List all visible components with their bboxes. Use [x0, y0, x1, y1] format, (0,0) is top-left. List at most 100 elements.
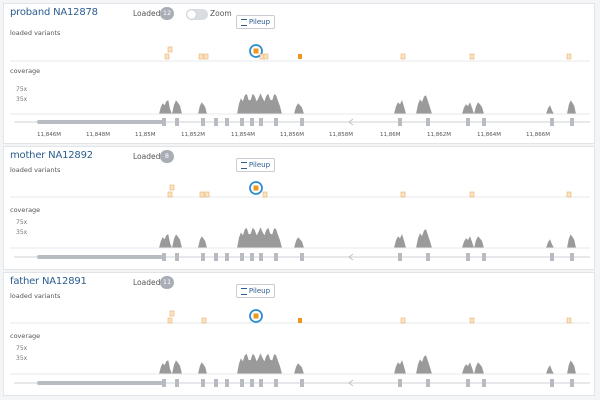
sample-panel-father: father NA12891 Loaded 11 Pileup loaded v… [3, 272, 595, 396]
gene-exon [570, 253, 574, 261]
coverage-peak [198, 102, 207, 114]
gene-utr-bar [37, 255, 165, 259]
coverage-peak [172, 360, 182, 374]
axis-tick-label: 11,86M [380, 132, 401, 138]
gene-exon [259, 379, 263, 387]
variant-marker[interactable] [298, 54, 302, 59]
gene-exon [201, 118, 205, 126]
variant-marker[interactable] [400, 53, 406, 60]
axis-tick-label: 11,858M [329, 132, 353, 138]
gene-exon [175, 253, 179, 261]
gene-track [14, 379, 590, 387]
gene-exon [570, 118, 574, 126]
coverage-peak [172, 100, 182, 114]
gene-exon [274, 253, 278, 261]
coverage-tick-label: 75x [16, 219, 28, 226]
coverage-peak [474, 236, 484, 248]
variant-marker[interactable] [167, 317, 173, 324]
gene-exon [259, 253, 263, 261]
coordinate-axis: 11,846M 11,848M 11,85M 11,852M 11,854M 1… [37, 132, 550, 138]
gene-exon [426, 118, 430, 126]
variant-marker[interactable] [167, 46, 173, 53]
variants-track [10, 181, 590, 198]
loaded-count-badge: 12 [160, 7, 174, 20]
selected-variant-marker[interactable] [253, 185, 259, 191]
coverage-tick-label: 35x [16, 229, 28, 236]
coverage-peak [416, 95, 432, 114]
gene-exon [550, 253, 554, 261]
coverage-peak [567, 234, 576, 248]
pileup-icon [240, 18, 247, 26]
coverage-tick-label: 75x [16, 345, 28, 352]
gene-exon [570, 379, 574, 387]
variant-marker[interactable] [298, 318, 302, 323]
coverage-peak [394, 100, 406, 114]
gene-exon [214, 118, 218, 126]
variant-marker[interactable] [169, 310, 175, 317]
gene-exon [274, 118, 278, 126]
coverage-peak [394, 360, 406, 374]
gene-track [14, 118, 590, 126]
selected-variant-marker[interactable] [253, 48, 259, 54]
coverage-track-label: coverage [10, 206, 41, 214]
zoom-toggle[interactable] [186, 9, 208, 20]
axis-tick-label: 11,846M [37, 132, 61, 138]
gene-exon [466, 253, 470, 261]
sample-name: father NA12891 [10, 276, 87, 287]
variant-marker[interactable] [566, 53, 572, 60]
gene-exon [214, 253, 218, 261]
gene-utr-bar [37, 381, 165, 385]
axis-tick-label: 11,864M [477, 132, 501, 138]
variant-marker[interactable] [203, 53, 209, 60]
variant-marker[interactable] [259, 53, 265, 60]
variants-track [10, 309, 590, 324]
coverage-peak [567, 100, 576, 114]
gene-exon [466, 118, 470, 126]
variant-marker[interactable] [263, 53, 269, 60]
coverage-peak [546, 365, 554, 374]
variant-marker[interactable] [169, 184, 175, 191]
variant-marker[interactable] [469, 53, 475, 60]
variant-marker[interactable] [204, 191, 210, 198]
selected-variant-marker[interactable] [253, 313, 259, 319]
variants-track [10, 44, 590, 62]
variant-marker[interactable] [469, 317, 475, 324]
axis-tick-label: 11,856M [280, 132, 304, 138]
variant-marker[interactable] [167, 191, 173, 198]
variant-marker[interactable] [201, 317, 207, 324]
loaded-label: Loaded [133, 152, 161, 161]
axis-tick-label: 11,862M [427, 132, 451, 138]
gene-exon [201, 379, 205, 387]
coverage-peak [237, 93, 282, 114]
variant-marker[interactable] [198, 53, 204, 60]
sample-panel-proband: proband NA12878 Loaded 12 Zoom Pileup lo… [3, 3, 595, 144]
sample-panel-mother: mother NA12892 Loaded 8 Pileup loaded va… [3, 146, 595, 270]
variant-marker[interactable] [400, 317, 406, 324]
coverage-peak [294, 237, 304, 248]
coverage-tick-label: 75x [16, 86, 28, 93]
gene-exon [250, 118, 254, 126]
gene-exon [274, 379, 278, 387]
gene-exon [240, 379, 244, 387]
gene-exon [300, 253, 304, 261]
gene-exon [250, 253, 254, 261]
gene-exon [300, 379, 304, 387]
gene-exon [225, 118, 229, 126]
coverage-peak [294, 103, 304, 114]
coverage-peak [394, 234, 406, 248]
variant-marker[interactable] [199, 191, 205, 198]
loaded-count-badge: 8 [160, 150, 174, 163]
axis-tick-label: 11,848M [86, 132, 110, 138]
variant-marker[interactable] [566, 191, 572, 198]
axis-tick-label: 11,85M [135, 132, 156, 138]
axis-tick-label: 11,854M [231, 132, 255, 138]
variant-marker[interactable] [469, 191, 475, 198]
gene-exon [482, 118, 486, 126]
gene-exon [482, 253, 486, 261]
variant-marker[interactable] [262, 191, 268, 198]
coverage-peak [462, 362, 474, 374]
variant-marker[interactable] [566, 317, 572, 324]
variant-marker[interactable] [164, 53, 170, 60]
gene-exon [240, 118, 244, 126]
variant-marker[interactable] [400, 191, 406, 198]
